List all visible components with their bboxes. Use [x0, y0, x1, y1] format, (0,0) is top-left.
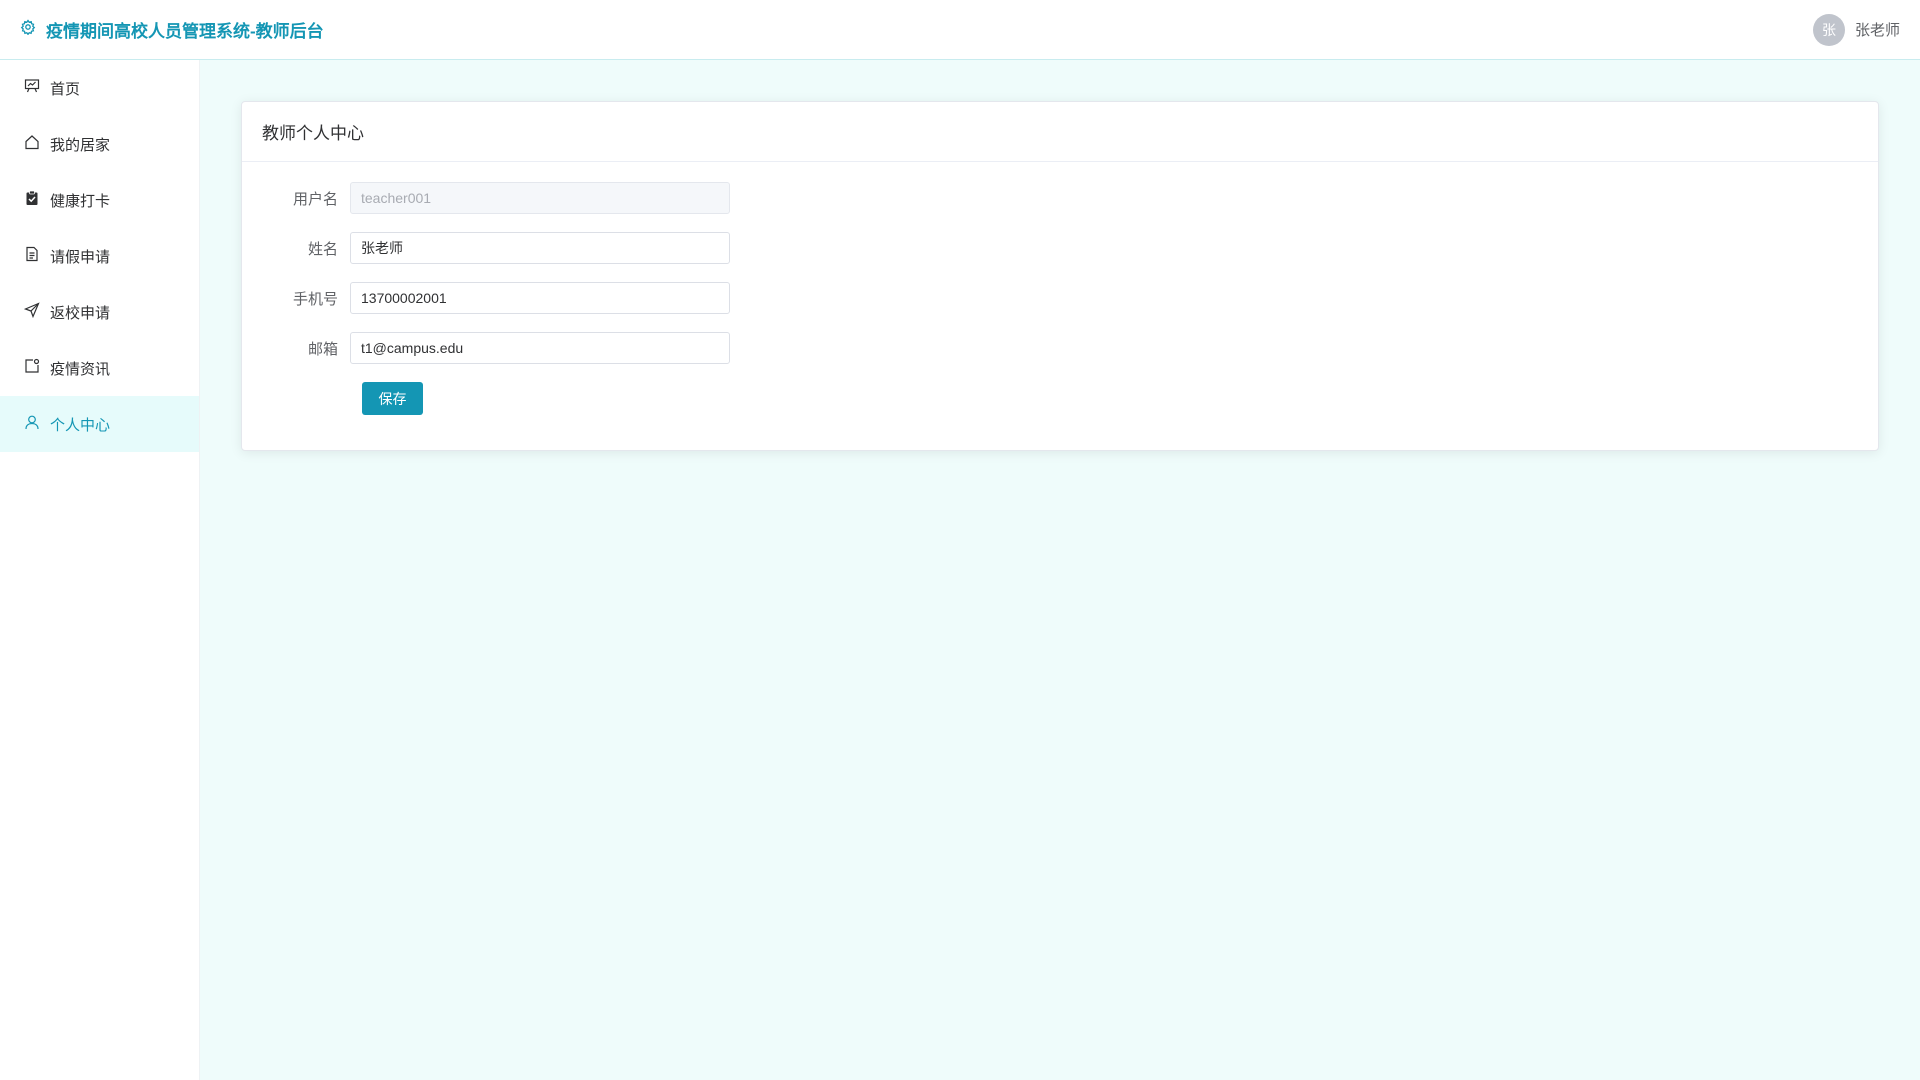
- sidebar-item-label: 我的居家: [50, 136, 111, 154]
- sidebar-item-label: 个人中心: [50, 416, 111, 434]
- clipboard-check-icon: [24, 190, 40, 210]
- gear-icon: [20, 19, 36, 40]
- house-icon: [24, 134, 40, 154]
- sidebar-item-return-request[interactable]: 返校申请: [0, 284, 199, 340]
- paper-plane-icon: [23, 302, 40, 322]
- document-icon: [24, 246, 40, 266]
- form-row-username: 用户名: [242, 182, 1878, 214]
- username-field: [350, 182, 730, 214]
- sidebar-item-leave-request[interactable]: 请假申请: [0, 228, 199, 284]
- sidebar-item-health-checkin[interactable]: 健康打卡: [0, 172, 199, 228]
- phone-label: 手机号: [292, 290, 338, 308]
- sidebar-item-home[interactable]: 首页: [0, 60, 199, 116]
- brand: 疫情期间高校人员管理系统-教师后台: [20, 17, 324, 42]
- user-icon: [24, 414, 40, 434]
- avatar[interactable]: 张: [1812, 13, 1845, 46]
- sidebar-item-personal-center[interactable]: 个人中心: [0, 396, 199, 452]
- sidebar-item-label: 疫情资讯: [50, 360, 111, 378]
- name-label: 姓名: [307, 240, 338, 258]
- notification-icon: [24, 358, 40, 378]
- email-label: 邮箱: [307, 340, 338, 358]
- sidebar-item-label: 首页: [50, 80, 81, 98]
- sidebar: 首页 我的居家 健康打卡 请假申请 返校申请 疫情资讯 个人中心: [0, 60, 200, 1080]
- sidebar-item-label: 健康打卡: [50, 192, 111, 210]
- save-button[interactable]: 保存: [362, 382, 423, 415]
- profile-card: 教师个人中心 用户名 姓名 手机号 邮箱 保存: [241, 101, 1879, 451]
- name-field[interactable]: [350, 232, 730, 264]
- phone-field[interactable]: [350, 282, 730, 314]
- presentation-board-icon: [24, 78, 40, 98]
- sidebar-item-label: 返校申请: [50, 304, 111, 322]
- card-title: 教师个人中心: [242, 102, 1878, 162]
- sidebar-item-label: 请假申请: [50, 248, 111, 266]
- top-header: 疫情期间高校人员管理系统-教师后台 张 张老师: [0, 0, 1920, 60]
- main-content: 教师个人中心 用户名 姓名 手机号 邮箱 保存: [200, 60, 1920, 1080]
- email-field[interactable]: [350, 332, 730, 364]
- sidebar-item-epidemic-news[interactable]: 疫情资讯: [0, 340, 199, 396]
- form-row-name: 姓名: [242, 232, 1878, 264]
- form-row-phone: 手机号: [242, 282, 1878, 314]
- username-label: 用户名: [292, 190, 338, 208]
- form-row-email: 邮箱: [242, 332, 1878, 364]
- username[interactable]: 张老师: [1855, 19, 1900, 40]
- user-menu[interactable]: 张 张老师: [1812, 13, 1900, 46]
- sidebar-item-my-home[interactable]: 我的居家: [0, 116, 199, 172]
- profile-form: 用户名 姓名 手机号 邮箱 保存: [242, 162, 1878, 415]
- app-title: 疫情期间高校人员管理系统-教师后台: [46, 22, 324, 41]
